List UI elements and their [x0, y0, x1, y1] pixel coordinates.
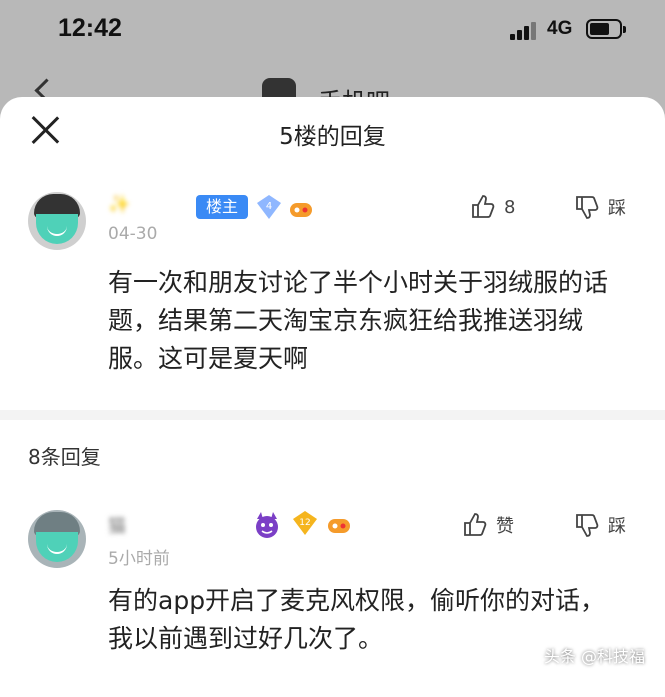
thumbs-up-icon — [472, 195, 495, 218]
username[interactable]: 猫 — [108, 512, 127, 538]
owner-badge: 楼主 — [196, 195, 249, 219]
like-button[interactable]: 赞 — [462, 512, 514, 538]
dislike-button[interactable]: 踩 — [574, 194, 626, 220]
dislike-label: 踩 — [608, 516, 626, 537]
game-controller-icon — [328, 519, 350, 533]
reply-date: 5小时前 — [108, 549, 170, 569]
avatar[interactable] — [28, 192, 86, 250]
signal-icon — [510, 22, 540, 40]
level-number: 12 — [299, 518, 310, 528]
comment-body: 有一次和朋友讨论了半个小时关于羽绒服的话题，结果第二天淘宝京东疯狂给我推送羽绒服… — [108, 268, 609, 373]
level-diamond-icon: 4 — [257, 195, 281, 219]
section-divider — [0, 410, 665, 420]
reply-sheet: 5楼的回复 ✨ 楼主 4 04-30 8 踩 有一次和朋友讨论了半个小时关于羽绒… — [0, 97, 665, 697]
dislike-label: 踩 — [608, 198, 626, 219]
thumbs-down-icon — [576, 514, 599, 537]
like-count: 8 — [504, 196, 516, 218]
like-button[interactable]: 8 — [470, 194, 515, 220]
like-label: 赞 — [496, 516, 514, 537]
dislike-button[interactable]: 踩 — [574, 512, 626, 538]
comment-date: 04-30 — [108, 224, 158, 244]
reply-count: 8条回复 — [28, 445, 101, 469]
level-number: 4 — [266, 201, 272, 212]
devil-emoji-icon — [256, 512, 278, 538]
watermark: 头条 @科技福 — [543, 647, 645, 666]
network-type: 4G — [547, 18, 573, 39]
status-bar: 12:42 4G — [0, 0, 665, 60]
username[interactable]: ✨ — [108, 194, 131, 215]
level-diamond-icon: 12 — [293, 511, 317, 535]
battery-icon — [586, 19, 626, 39]
thumbs-up-icon — [464, 513, 487, 536]
sheet-title: 5楼的回复 — [279, 124, 386, 150]
game-controller-icon — [290, 203, 312, 217]
status-time: 12:42 — [58, 14, 122, 42]
avatar[interactable] — [28, 510, 86, 568]
thumbs-down-icon — [576, 196, 599, 219]
